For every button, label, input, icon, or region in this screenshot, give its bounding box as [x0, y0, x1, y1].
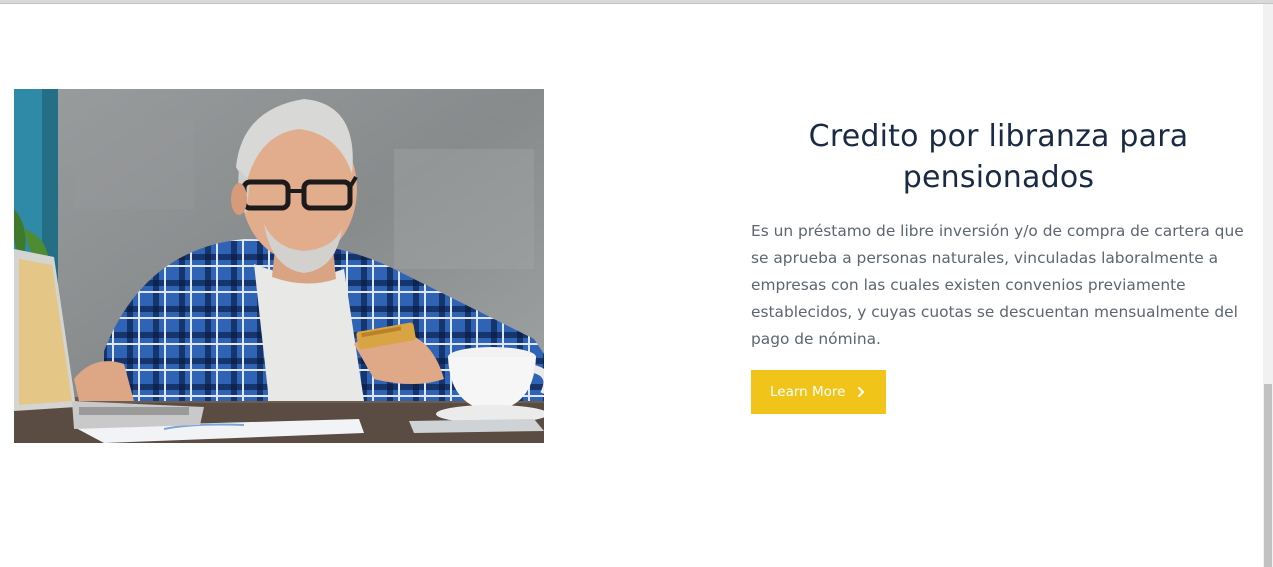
hero-photo: [14, 89, 544, 443]
chevron-right-icon: [857, 387, 864, 397]
scrollbar-thumb[interactable]: [1264, 384, 1272, 567]
learn-more-label: Learn More: [770, 384, 846, 400]
page: Credito por libranza para pensionados Es…: [0, 0, 1273, 567]
section-description: Es un préstamo de libre inversión y/o de…: [751, 222, 1244, 348]
learn-more-button[interactable]: Learn More: [751, 370, 886, 414]
scrollbar-track[interactable]: [1263, 4, 1273, 567]
senior-man-laptop-illustration: [14, 89, 544, 443]
content-column: Credito por libranza para pensionados Es…: [751, 116, 1251, 414]
browser-top-border: [0, 0, 1273, 4]
section-title: Credito por libranza para pensionados: [808, 119, 1189, 195]
